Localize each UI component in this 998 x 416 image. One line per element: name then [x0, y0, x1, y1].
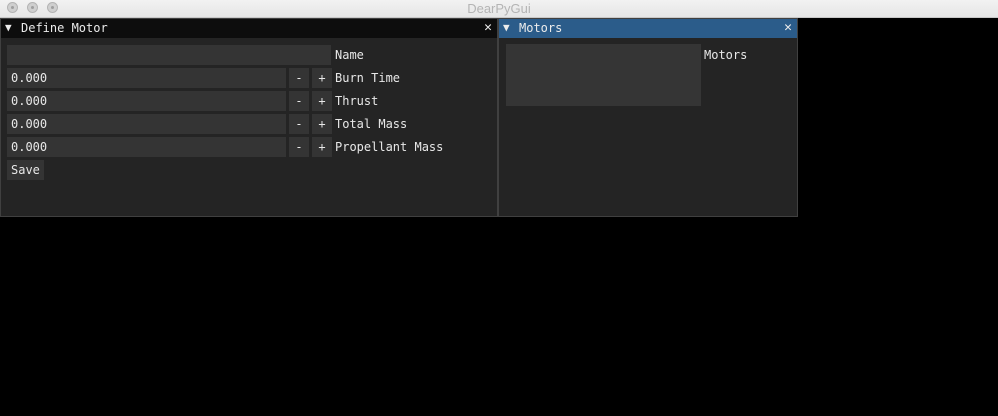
- propellant-mass-decrement-button[interactable]: -: [289, 137, 309, 157]
- burn-time-label: Burn Time: [335, 71, 401, 85]
- motors-titlebar[interactable]: ▼ Motors ✕: [499, 19, 797, 38]
- collapse-arrow-icon[interactable]: ▼: [5, 21, 12, 34]
- propellant-mass-label: Propellant Mass: [335, 140, 444, 154]
- window-title: Motors: [519, 21, 563, 35]
- thrust-label: Thrust: [335, 94, 379, 108]
- window-title: Define Motor: [21, 21, 108, 35]
- thrust-input[interactable]: 0.000: [7, 91, 286, 111]
- propellant-mass-increment-button[interactable]: +: [312, 137, 332, 157]
- motors-listbox[interactable]: [506, 44, 701, 106]
- define-motor-window: ▼ Define Motor ✕ Name 0.000 - + Burn Tim…: [0, 18, 498, 217]
- thrust-decrement-button[interactable]: -: [289, 91, 309, 111]
- propellant-mass-input[interactable]: 0.000: [7, 137, 286, 157]
- total-mass-decrement-button[interactable]: -: [289, 114, 309, 134]
- thrust-increment-button[interactable]: +: [312, 91, 332, 111]
- total-mass-input[interactable]: 0.000: [7, 114, 286, 134]
- total-mass-increment-button[interactable]: +: [312, 114, 332, 134]
- app-titlebar: DearPyGui: [0, 0, 998, 18]
- name-label: Name: [335, 48, 364, 62]
- collapse-arrow-icon[interactable]: ▼: [503, 21, 510, 34]
- total-mass-label: Total Mass: [335, 117, 408, 131]
- define-motor-titlebar[interactable]: ▼ Define Motor ✕: [1, 19, 497, 38]
- save-button[interactable]: Save: [7, 160, 44, 180]
- close-icon[interactable]: ✕: [484, 20, 492, 35]
- motors-window: ▼ Motors ✕ Motors: [498, 18, 798, 217]
- app-title: DearPyGui: [467, 1, 531, 16]
- name-input[interactable]: [7, 45, 331, 65]
- burn-time-input[interactable]: 0.000: [7, 68, 286, 88]
- close-icon[interactable]: ✕: [784, 20, 792, 35]
- motors-list-label: Motors: [704, 48, 748, 62]
- burn-time-increment-button[interactable]: +: [312, 68, 332, 88]
- burn-time-decrement-button[interactable]: -: [289, 68, 309, 88]
